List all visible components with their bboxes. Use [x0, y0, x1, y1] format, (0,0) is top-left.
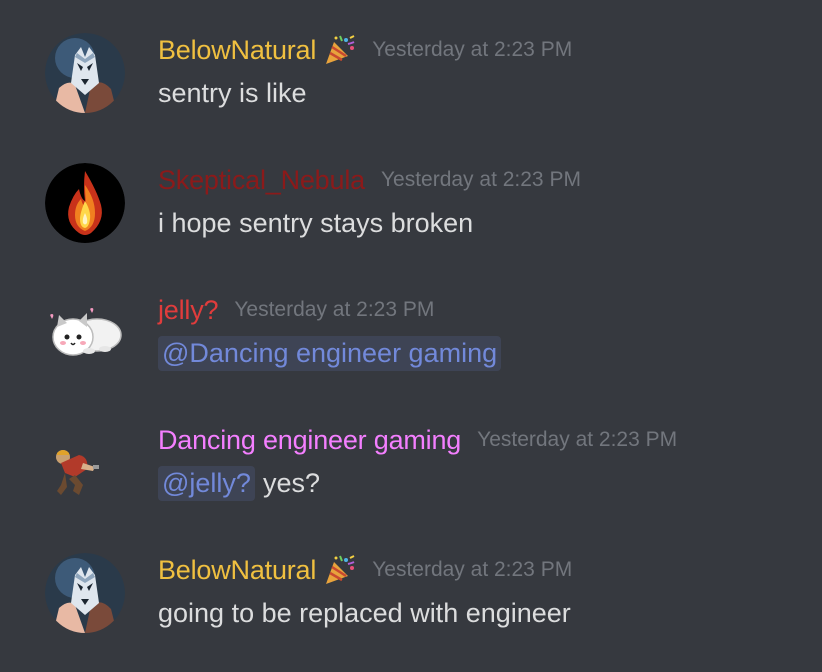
- username[interactable]: Dancing engineer gaming: [158, 425, 461, 456]
- message-text: i hope sentry stays broken: [158, 207, 474, 238]
- avatar[interactable]: [45, 33, 125, 113]
- username[interactable]: Skeptical_Nebula: [158, 165, 365, 196]
- avatar[interactable]: [45, 163, 125, 243]
- message-item: Dancing engineer gaming Yesterday at 2:2…: [0, 423, 822, 543]
- party-popper-icon: [322, 554, 356, 586]
- message-content: i hope sentry stays broken: [158, 203, 473, 243]
- user-mention[interactable]: @Dancing engineer gaming: [158, 335, 502, 371]
- username[interactable]: jelly?: [158, 295, 219, 326]
- message-header: BelowNatural Yesterday at 2:23 PM: [158, 33, 572, 67]
- message-text: going to be replaced with engineer: [158, 597, 571, 628]
- timestamp[interactable]: Yesterday at 2:23 PM: [234, 298, 434, 322]
- chat-messages: BelowNatural Yesterday at 2:23 PM sentry…: [0, 0, 822, 672]
- wolf-avatar-icon: [45, 33, 125, 113]
- timestamp[interactable]: Yesterday at 2:23 PM: [372, 38, 572, 62]
- timestamp[interactable]: Yesterday at 2:23 PM: [477, 428, 677, 452]
- message-content: @Dancing engineer gaming: [158, 333, 502, 373]
- username[interactable]: BelowNatural: [158, 555, 316, 586]
- wolf-avatar-icon: [45, 553, 125, 633]
- message-text: sentry is like: [158, 77, 307, 108]
- avatar[interactable]: [45, 553, 125, 633]
- engineer-avatar-icon: [45, 423, 125, 503]
- message-header: Skeptical_Nebula Yesterday at 2:23 PM: [158, 163, 581, 197]
- cat-avatar-icon: [45, 293, 125, 373]
- message-item: BelowNatural Yesterday at 2:23 PM sentry…: [0, 33, 822, 153]
- avatar[interactable]: [45, 293, 125, 373]
- message-header: jelly? Yesterday at 2:23 PM: [158, 293, 434, 327]
- timestamp[interactable]: Yesterday at 2:23 PM: [381, 168, 581, 192]
- timestamp[interactable]: Yesterday at 2:23 PM: [372, 558, 572, 582]
- message-content: going to be replaced with engineer: [158, 593, 571, 633]
- message-text: yes?: [262, 467, 320, 498]
- message-content: @jelly? yes?: [158, 463, 320, 503]
- user-mention[interactable]: @jelly?: [158, 465, 255, 501]
- message-header: Dancing engineer gaming Yesterday at 2:2…: [158, 423, 677, 457]
- flame-avatar-icon: [45, 163, 125, 243]
- message-item: Skeptical_Nebula Yesterday at 2:23 PM i …: [0, 163, 822, 283]
- message-item: BelowNatural Yesterday at 2:23 PM going …: [0, 553, 822, 672]
- message-header: BelowNatural Yesterday at 2:23 PM: [158, 553, 572, 587]
- username[interactable]: BelowNatural: [158, 35, 316, 66]
- party-popper-icon: [322, 34, 356, 66]
- avatar[interactable]: [45, 423, 125, 503]
- message-content: sentry is like: [158, 73, 307, 113]
- message-item: jelly? Yesterday at 2:23 PM @Dancing eng…: [0, 293, 822, 413]
